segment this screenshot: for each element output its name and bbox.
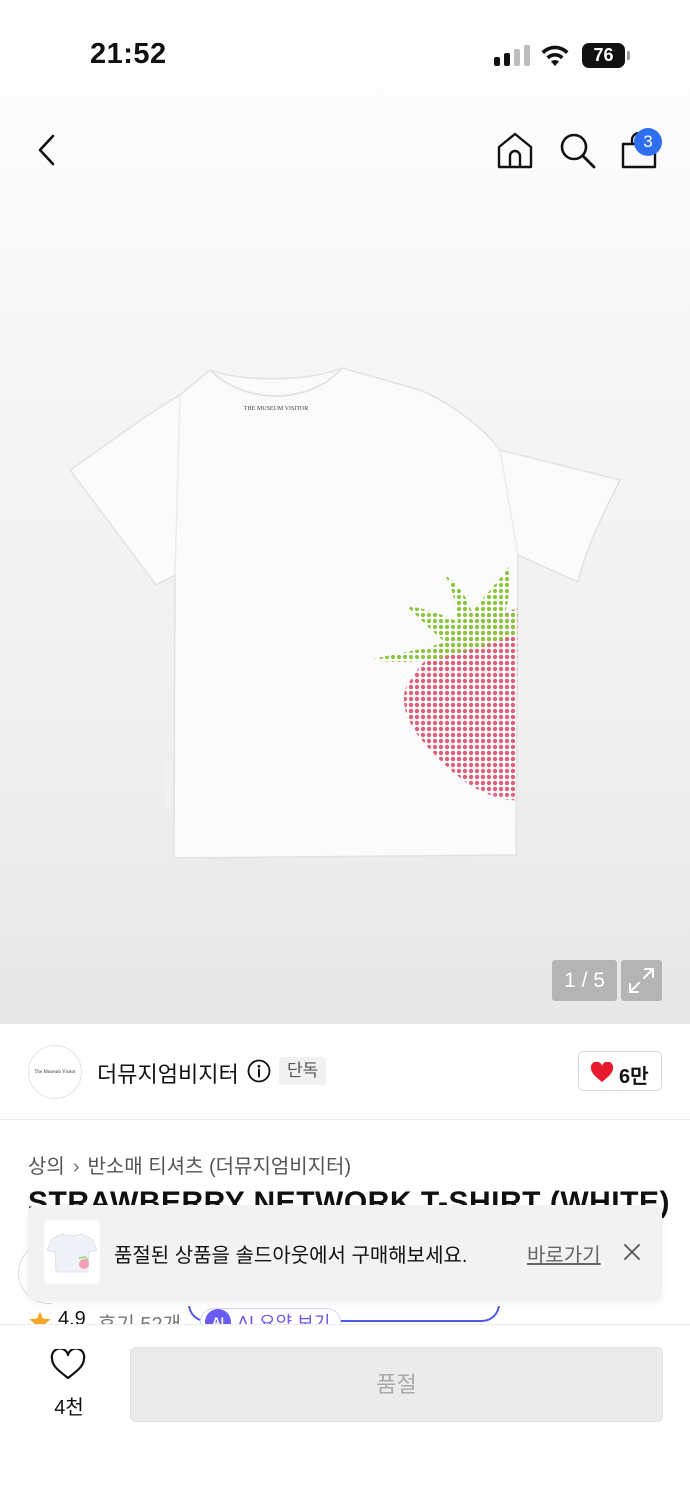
chevron-left-icon[interactable] [28,130,68,170]
breadcrumb: 상의 › 반소매 티셔츠 (더뮤지엄비지터) [28,1150,351,1179]
battery-level: 76 [582,43,625,68]
soldout-toast: 품절된 상품을 솔드아웃에서 구매해보세요. 바로가기 [28,1205,662,1301]
top-nav [0,115,690,190]
bottom-bar: 4천 품절 [0,1324,690,1500]
tshirt-shape [68,367,622,859]
wishlist-count: 4천 [54,1397,84,1419]
wishlist-button[interactable]: 4천 [34,1349,104,1419]
sold-out-button[interactable]: 품절 [130,1347,663,1422]
toast-message: 품절된 상품을 솔드아웃에서 구매해보세요. [114,1245,468,1267]
signal-bar [524,45,530,66]
side-tag [166,760,172,808]
search-icon[interactable] [557,130,597,170]
cellular-signal-icon [494,44,530,66]
rating-score: 4.9 [58,1308,86,1324]
brand-like-count: 6만 [619,1066,649,1088]
brand-like-button[interactable]: 6만 [578,1051,662,1091]
image-counter: 1 / 5 [552,960,617,1001]
signal-bar [514,49,520,66]
review-count[interactable]: 후기 52개 [98,1308,181,1324]
breadcrumb-category[interactable]: 상의 [28,1156,65,1178]
brand-name[interactable]: 더뮤지엄비지터 [97,1057,239,1089]
ai-badge: AI [205,1309,231,1324]
neck-label: THE MUSEUM VISITOR [244,406,308,412]
exclusive-badge: 단독 [279,1057,327,1085]
close-icon[interactable] [622,1242,642,1262]
chevron-right-icon: › [72,1156,80,1178]
star-icon [29,1311,51,1324]
expand-arrows-icon [629,968,654,993]
expand-button[interactable] [621,960,662,1001]
info-icon[interactable] [247,1059,271,1083]
ai-summary-label: AI 요약 보기 [237,1313,331,1324]
toast-thumbnail [44,1220,100,1284]
status-bar: 21:52 76 [0,0,690,100]
rating-row: 4.9 후기 52개 AI AI 요약 보기 [28,1306,688,1324]
signal-bar [494,57,500,66]
home-icon[interactable] [495,130,535,170]
battery-tip [627,51,630,60]
wifi-icon [541,45,569,66]
cart-count-badge: 3 [634,128,662,156]
heart-filled-icon [590,1062,614,1082]
toast-link[interactable]: 바로가기 [527,1239,601,1268]
brand-row: The Museum Visitor 더뮤지엄비지터 단독 6만 [0,1040,690,1120]
signal-bar [504,53,510,66]
brand-logo[interactable]: The Museum Visitor [28,1045,82,1099]
heart-outline-icon [50,1349,86,1380]
product-photo[interactable]: THE MUSEUM VISITOR [60,360,630,870]
battery-icon: 76 [582,43,630,68]
breadcrumb-subcategory[interactable]: 반소매 티셔츠 (더뮤지엄비지터) [87,1156,351,1178]
status-time: 21:52 [90,38,167,70]
ai-summary-button[interactable]: AI AI 요약 보기 [200,1308,342,1324]
